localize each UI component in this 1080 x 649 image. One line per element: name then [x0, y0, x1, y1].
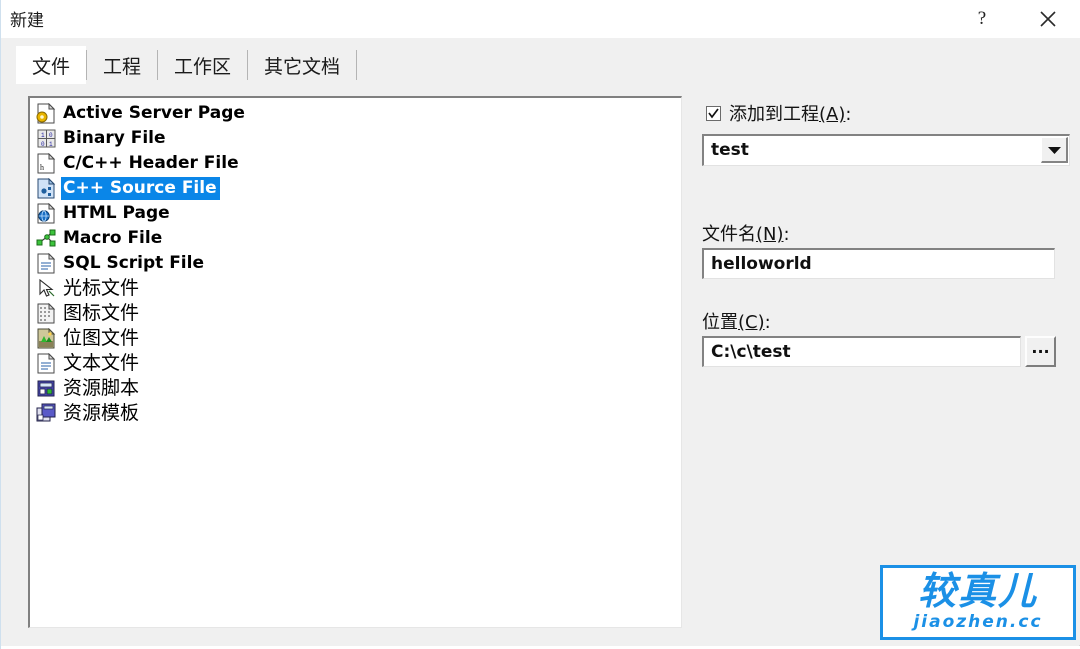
add-to-project-checkbox[interactable]: [706, 105, 721, 121]
window-title: 新建: [10, 11, 44, 31]
watermark-en-text: jiaozhen.cc: [913, 612, 1043, 632]
checkmark-icon: [708, 107, 719, 118]
filename-label: 文件名(N):: [702, 224, 790, 245]
list-item-label: C++ Source File: [61, 177, 220, 200]
svg-text:0: 0: [41, 141, 45, 148]
project-combobox[interactable]: test: [702, 134, 1070, 166]
tab-label: 其它文档: [264, 55, 341, 78]
watermark-cn-text: 较真儿: [917, 569, 1038, 613]
tab-label: 文件: [32, 55, 71, 78]
list-item-label: 光标文件: [63, 277, 140, 299]
location-value: C:\c\test: [711, 342, 791, 362]
list-item[interactable]: Active Server Page: [30, 101, 681, 126]
svg-text:h: h: [40, 163, 44, 172]
chevron-down-icon: [1048, 147, 1061, 154]
svg-text:0: 0: [49, 132, 53, 139]
header-file-icon: h: [36, 153, 57, 174]
svg-text:1: 1: [49, 141, 53, 148]
tab-list: 文件 工程 工作区 其它文档: [16, 44, 358, 84]
list-item[interactable]: SQL Script File: [30, 251, 681, 276]
tab-strip: 文件 工程 工作区 其它文档: [2, 38, 1080, 86]
new-file-dialog: 新建 ? 文件 工程 工作区 其它文档 Active Server Page 1 0 0 1 B…: [0, 0, 1080, 649]
cpp-source-file-icon: [36, 178, 57, 199]
sql-script-file-icon: [36, 253, 57, 274]
dialog-client-area: Active Server Page 1 0 0 1 Binary File h C/C++ …: [2, 86, 1080, 645]
list-item[interactable]: 光标文件: [30, 276, 681, 301]
list-item-label: HTML Page: [63, 203, 170, 223]
tab-1[interactable]: 文件: [16, 46, 87, 84]
macro-file-icon: [36, 228, 57, 249]
list-item[interactable]: 文本文件: [30, 351, 681, 376]
file-type-list: Active Server Page 1 0 0 1 Binary File h C/C++ …: [30, 101, 681, 426]
list-item-label: SQL Script File: [63, 253, 204, 273]
list-item[interactable]: 图标文件: [30, 301, 681, 326]
list-item-label: C/C++ Header File: [63, 153, 239, 173]
list-item[interactable]: Macro File: [30, 226, 681, 251]
list-item[interactable]: 资源模板: [30, 401, 681, 426]
asp-page-icon: [36, 103, 57, 124]
close-button[interactable]: [1025, 0, 1071, 38]
file-type-listbox[interactable]: Active Server Page 1 0 0 1 Binary File h C/C++ …: [28, 96, 682, 628]
list-item-label: 位图文件: [63, 327, 140, 349]
close-icon: [1040, 11, 1056, 27]
browse-location-button[interactable]: ...: [1025, 336, 1056, 367]
binary-file-icon: 1001: [36, 128, 57, 149]
bitmap-file-icon: [36, 328, 57, 349]
svg-text:1: 1: [41, 132, 45, 139]
location-input[interactable]: C:\c\test: [702, 336, 1021, 367]
location-label: 位置(C):: [702, 312, 771, 333]
list-item[interactable]: 位图文件: [30, 326, 681, 351]
project-combobox-dropdown-button[interactable]: [1041, 137, 1068, 163]
text-file-icon: [36, 353, 57, 374]
cursor-file-icon: [36, 278, 57, 299]
tab-2[interactable]: 工程: [87, 46, 157, 84]
list-item-label: Binary File: [63, 128, 166, 148]
list-item-label: 资源模板: [63, 402, 140, 424]
add-to-project-row[interactable]: 添加到工程(A):: [706, 100, 851, 126]
list-item[interactable]: h C/C++ Header File: [30, 151, 681, 176]
list-item-label: 文本文件: [63, 352, 140, 374]
list-item[interactable]: HTML Page: [30, 201, 681, 226]
title-bar: 新建 ?: [1, 0, 1080, 38]
icon-file-icon: [36, 303, 57, 324]
list-item-label: Active Server Page: [63, 103, 245, 123]
question-mark-icon: ?: [977, 8, 987, 29]
resource-script-icon: [36, 378, 57, 399]
tab-4[interactable]: 其它文档: [248, 46, 356, 84]
list-item[interactable]: 资源脚本: [30, 376, 681, 401]
list-item-label: 图标文件: [63, 302, 140, 324]
tab-label: 工程: [103, 55, 142, 78]
filename-value: helloworld: [711, 254, 812, 274]
filename-input[interactable]: helloworld: [702, 248, 1055, 279]
project-combobox-value: test: [711, 140, 749, 160]
right-panel: 添加到工程(A): test 文件名(N): helloworld 位置(C):…: [702, 86, 1080, 645]
list-item-label: Macro File: [63, 228, 163, 248]
list-item-label: 资源脚本: [63, 377, 140, 399]
help-button[interactable]: ?: [959, 0, 1005, 38]
tab-label: 工作区: [174, 55, 232, 78]
list-item[interactable]: 1 0 0 1 Binary File: [30, 126, 681, 151]
tab-3[interactable]: 工作区: [158, 46, 247, 84]
add-to-project-label: 添加到工程(A):: [729, 104, 852, 125]
watermark-logo: 较真儿 jiaozhen.cc: [880, 565, 1076, 640]
html-page-icon: [36, 203, 57, 224]
tab-separator: [356, 50, 358, 80]
resource-template-icon: [36, 403, 57, 424]
list-item[interactable]: C++ Source File: [30, 176, 681, 201]
